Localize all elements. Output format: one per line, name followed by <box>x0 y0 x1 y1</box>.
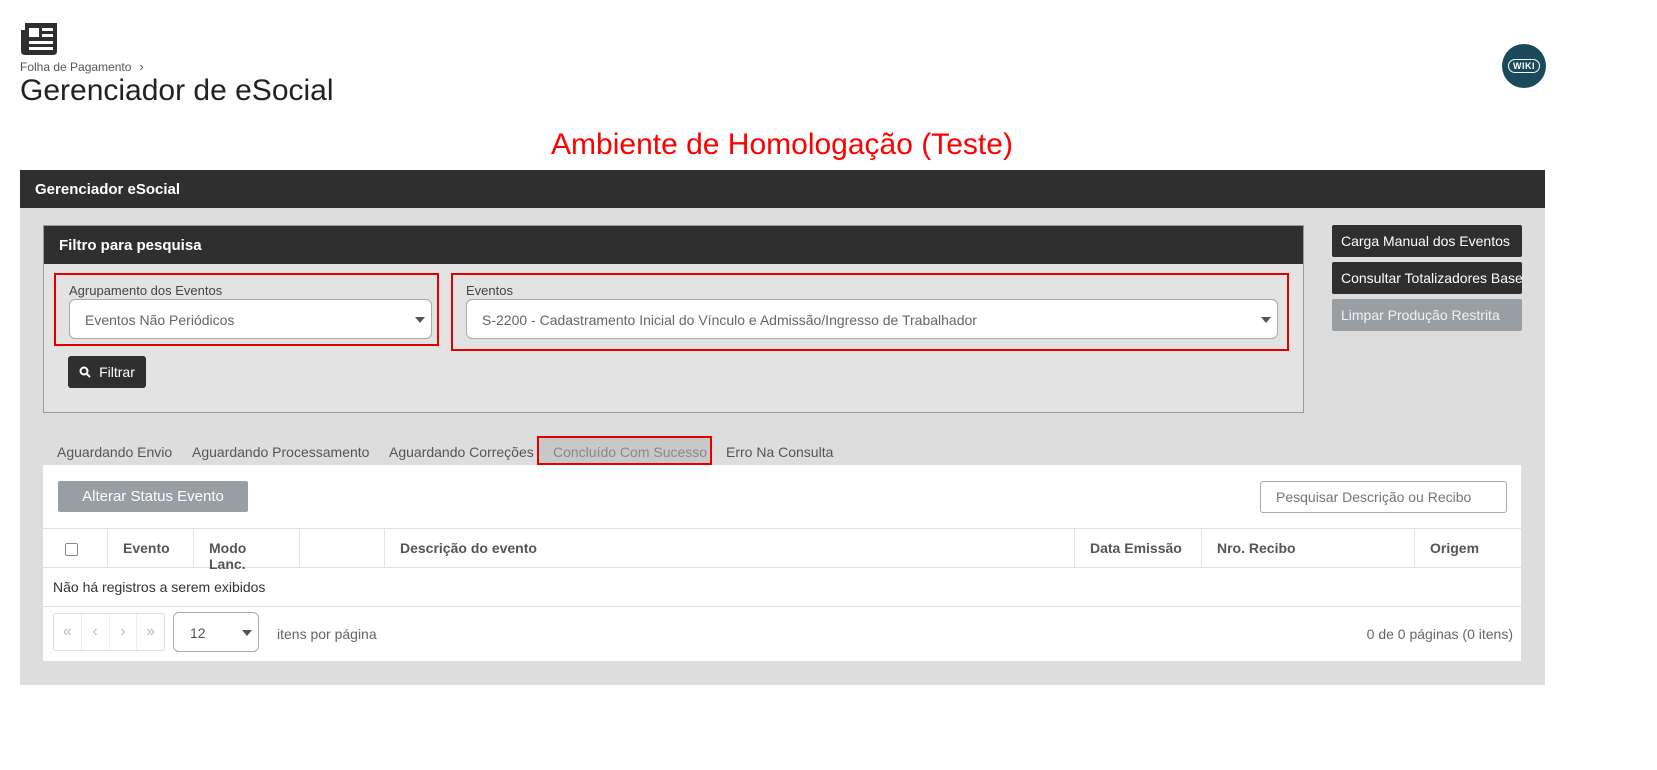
column-header-origin[interactable]: Origem <box>1414 529 1521 567</box>
per-page-label: itens por página <box>277 626 377 642</box>
search-input[interactable] <box>1260 481 1507 513</box>
search-icon <box>79 366 91 378</box>
caret-down-icon <box>1261 317 1271 323</box>
filter-button-label: Filtrar <box>99 364 135 380</box>
page-info: 0 de 0 páginas (0 itens) <box>1366 626 1513 642</box>
events-field: Eventos S-2200 - Cadastramento Inicial d… <box>451 273 1289 351</box>
events-label: Eventos <box>466 283 513 298</box>
column-header-description[interactable]: Descrição do evento <box>384 529 1074 567</box>
column-header-event[interactable]: Evento <box>107 529 193 567</box>
alter-status-button[interactable]: Alterar Status Evento <box>58 481 248 512</box>
events-grid: Alterar Status Evento Evento Modo Lanc. … <box>43 465 1521 661</box>
caret-down-icon <box>415 317 425 323</box>
caret-down-icon <box>242 630 252 636</box>
tab-waiting-processing[interactable]: Aguardando Processamento <box>192 444 369 460</box>
grouping-label: Agrupamento dos Eventos <box>69 283 223 298</box>
events-value: S-2200 - Cadastramento Inicial do Víncul… <box>482 312 977 328</box>
panel-title: Gerenciador eSocial <box>20 170 1545 208</box>
last-page-icon[interactable]: » <box>136 614 164 650</box>
page-size-value: 12 <box>190 625 206 641</box>
prev-page-icon[interactable]: ‹ <box>80 614 109 650</box>
pager: « ‹ › » <box>53 613 165 651</box>
column-header-issue-date[interactable]: Data Emissão <box>1074 529 1201 567</box>
column-header-blank[interactable] <box>299 529 384 567</box>
chevron-right-icon: › <box>139 59 144 74</box>
select-all-checkbox[interactable] <box>65 543 78 556</box>
wiki-button[interactable]: WIKI <box>1502 44 1546 88</box>
events-select[interactable]: S-2200 - Cadastramento Inicial do Víncul… <box>466 299 1278 339</box>
next-page-icon[interactable]: › <box>108 614 137 650</box>
grouping-select[interactable]: Eventos Não Periódicos <box>69 299 432 339</box>
column-header-mode[interactable]: Modo Lanc. <box>193 529 299 572</box>
environment-banner: Ambiente de Homologação (Teste) <box>551 128 1013 161</box>
table-header: Evento Modo Lanc. Descrição do evento Da… <box>43 528 1521 572</box>
first-page-icon[interactable]: « <box>54 614 81 650</box>
breadcrumb-item[interactable]: Folha de Pagamento <box>20 60 131 74</box>
grouping-value: Eventos Não Periódicos <box>85 312 235 328</box>
grouping-field: Agrupamento dos Eventos Eventos Não Peri… <box>54 273 439 346</box>
filter-title: Filtro para pesquisa <box>44 226 1303 264</box>
newspaper-icon <box>21 23 57 55</box>
tab-waiting-corrections[interactable]: Aguardando Correções <box>389 444 534 460</box>
wiki-label: WIKI <box>1508 59 1540 73</box>
tab-success[interactable]: Concluído Com Sucesso <box>537 436 712 465</box>
breadcrumb[interactable]: Folha de Pagamento › <box>20 59 144 74</box>
filter-panel: Filtro para pesquisa Agrupamento dos Eve… <box>43 225 1304 413</box>
tab-success-label: Concluído Com Sucesso <box>553 444 708 460</box>
tab-waiting-send[interactable]: Aguardando Envio <box>57 444 172 460</box>
totalizers-button[interactable]: Consultar Totalizadores Base <box>1332 262 1522 294</box>
esocial-manager-panel: Gerenciador eSocial Filtro para pesquisa… <box>20 170 1545 685</box>
page-title: Gerenciador de eSocial <box>20 74 334 107</box>
select-all-cell <box>43 529 107 567</box>
manual-load-button[interactable]: Carga Manual dos Eventos <box>1332 225 1522 257</box>
tab-query-error[interactable]: Erro Na Consulta <box>726 444 833 460</box>
clear-restricted-button[interactable]: Limpar Produção Restrita <box>1332 299 1522 331</box>
page-size-select[interactable]: 12 <box>173 612 259 652</box>
filter-button[interactable]: Filtrar <box>68 356 146 388</box>
empty-message: Não há registros a serem exibidos <box>43 568 1521 607</box>
column-header-receipt[interactable]: Nro. Recibo <box>1201 529 1414 567</box>
